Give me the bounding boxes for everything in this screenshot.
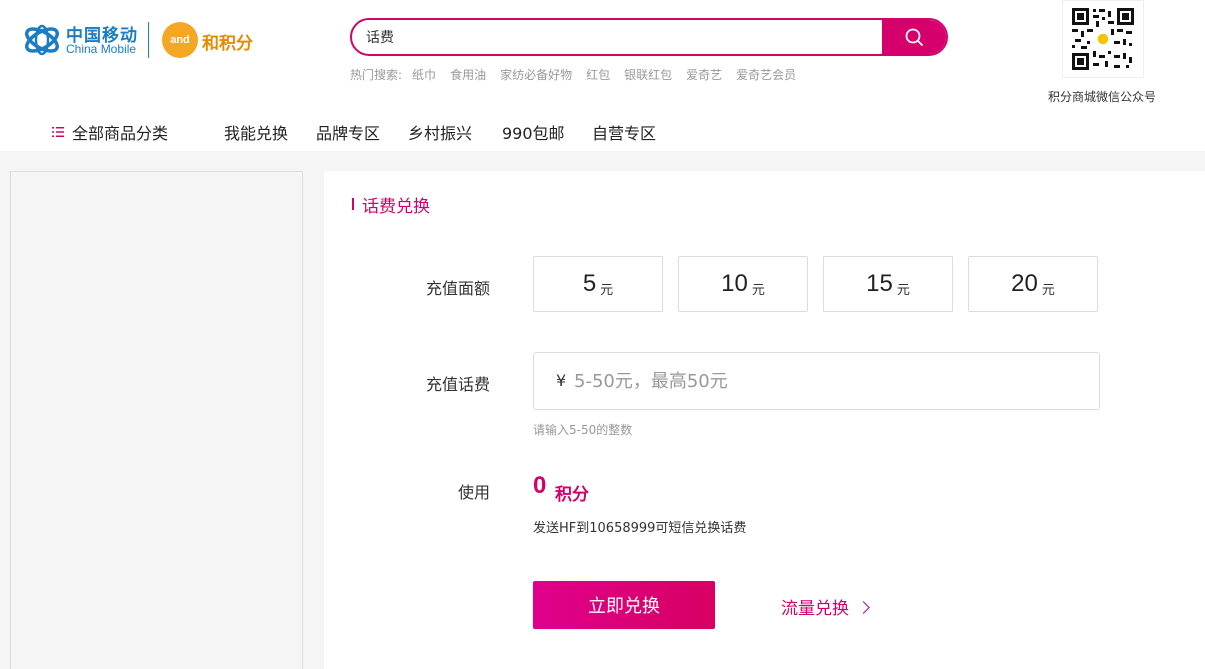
search-box bbox=[350, 18, 948, 56]
redeem-now-button[interactable]: 立即兑换 bbox=[533, 581, 715, 629]
amount-value: 15 bbox=[866, 270, 893, 297]
china-mobile-swirl-icon bbox=[24, 24, 60, 56]
sms-redeem-hint: 发送HF到10658999可短信兑换话费 bbox=[533, 521, 747, 536]
data-redeem-link[interactable]: 流量兑换 bbox=[781, 594, 870, 619]
left-sidebar-panel bbox=[10, 171, 303, 669]
nav-category-label: 全部商品分类 bbox=[72, 124, 169, 143]
hejifen-brand-text: 和积分 bbox=[202, 34, 253, 54]
amount-option-20[interactable]: 20 元 bbox=[968, 256, 1098, 312]
points-value: 0 bbox=[533, 472, 547, 499]
hot-search-item[interactable]: 银联红包 bbox=[624, 68, 672, 82]
hot-search-item[interactable]: 食用油 bbox=[450, 68, 486, 82]
search-button[interactable] bbox=[882, 20, 946, 54]
hot-search-bar: 热门搜索: 纸巾 食用油 家纺必备好物 红包 银联红包 爱奇艺 爱奇艺会员 bbox=[350, 66, 810, 83]
chevron-right-icon bbox=[857, 600, 870, 614]
yen-symbol: ¥ bbox=[556, 371, 567, 390]
custom-amount-field: ¥ bbox=[533, 352, 1100, 410]
nav-item[interactable]: 我能兑换 bbox=[224, 120, 288, 144]
wechat-qr-code bbox=[1062, 0, 1144, 78]
section-title: 话费兑换 bbox=[352, 192, 430, 217]
qr-code-icon bbox=[1071, 7, 1135, 71]
qr-code-label: 积分商城微信公众号 bbox=[1047, 90, 1156, 104]
amount-unit: 元 bbox=[600, 282, 614, 298]
custom-amount-label: 充值话费 bbox=[425, 375, 490, 394]
amount-value: 10 bbox=[721, 270, 748, 297]
recharge-panel bbox=[324, 171, 1205, 669]
list-icon bbox=[52, 127, 64, 137]
custom-amount-input[interactable] bbox=[574, 363, 1074, 399]
hejifen-badge-icon: and bbox=[162, 22, 198, 58]
amount-unit: 元 bbox=[896, 282, 910, 298]
nav-item[interactable]: 自营专区 bbox=[592, 120, 656, 144]
amount-value: 5 bbox=[582, 270, 597, 297]
nav-item[interactable]: 990包邮 bbox=[502, 120, 565, 144]
amount-unit: 元 bbox=[751, 282, 765, 298]
data-redeem-label: 流量兑换 bbox=[781, 599, 849, 619]
hot-search-item[interactable]: 红包 bbox=[586, 68, 610, 82]
logo-divider bbox=[148, 22, 149, 58]
search-icon bbox=[905, 28, 923, 46]
amount-unit: 元 bbox=[1041, 282, 1055, 298]
use-label: 使用 bbox=[457, 483, 490, 502]
main-nav: 全部商品分类 我能兑换 品牌专区 乡村振兴 990包邮 自营专区 bbox=[0, 110, 1205, 150]
custom-amount-hint: 请输入5-50的整数 bbox=[533, 423, 633, 437]
hot-search-item[interactable]: 家纺必备好物 bbox=[500, 68, 572, 82]
china-mobile-logo[interactable]: 中国移动 China Mobile and 和积分 bbox=[22, 20, 262, 60]
logo-english-text: China Mobile bbox=[66, 42, 137, 56]
amount-option-10[interactable]: 10 元 bbox=[678, 256, 808, 312]
nav-item[interactable]: 品牌专区 bbox=[316, 120, 380, 144]
nav-item[interactable]: 乡村振兴 bbox=[408, 120, 472, 144]
hot-search-item[interactable]: 爱奇艺会员 bbox=[736, 68, 796, 82]
hot-search-item[interactable]: 爱奇艺 bbox=[686, 68, 722, 82]
hot-search-item[interactable]: 纸巾 bbox=[412, 68, 436, 82]
amount-option-15[interactable]: 15 元 bbox=[823, 256, 953, 312]
amount-label: 充值面额 bbox=[425, 279, 490, 298]
search-input[interactable] bbox=[366, 20, 866, 54]
amount-option-5[interactable]: 5 元 bbox=[533, 256, 663, 312]
amount-value: 20 bbox=[1011, 270, 1038, 297]
hot-search-label: 热门搜索: bbox=[350, 68, 403, 82]
points-unit: 积分 bbox=[555, 485, 589, 505]
nav-all-categories[interactable]: 全部商品分类 bbox=[52, 120, 168, 144]
